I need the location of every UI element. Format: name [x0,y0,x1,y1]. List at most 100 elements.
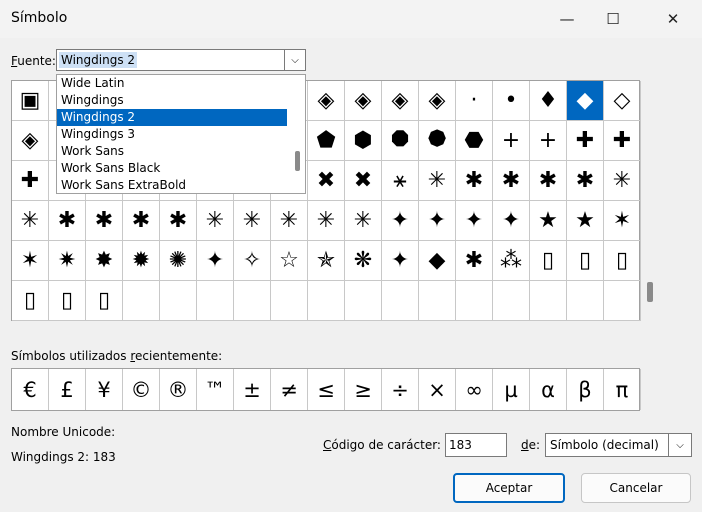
symbol-cell[interactable] [123,281,160,321]
recent-symbol-cell[interactable]: ™ [197,369,234,410]
symbol-cell[interactable]: ✚ [604,121,641,161]
recent-symbol-cell[interactable]: ± [234,369,271,410]
symbol-cell[interactable] [382,281,419,321]
symbol-cell[interactable]: ✦ [382,241,419,281]
symbol-cell[interactable]: • [493,81,530,121]
symbol-cell[interactable]: ♦ [530,81,567,121]
recent-symbol-cell[interactable]: £ [49,369,86,410]
font-list-item[interactable]: Work Sans ExtraBold [57,177,287,194]
symbol-cell[interactable]: ⬣ [456,121,493,161]
symbol-cell[interactable]: ✦ [419,201,456,241]
symbol-cell[interactable]: + [530,121,567,161]
symbol-cell[interactable]: ⬢ [345,121,382,161]
symbol-cell[interactable]: ▯ [12,281,49,321]
symbol-cell[interactable] [419,281,456,321]
symbol-cell[interactable] [234,281,271,321]
symbol-cell[interactable]: · [456,81,493,121]
recent-symbol-cell[interactable]: α [530,369,567,410]
recent-symbol-cell[interactable]: ∞ [456,369,493,410]
symbol-cell[interactable]: ✳ [419,161,456,201]
maximize-button[interactable]: ☐ [586,0,640,38]
symbol-cell[interactable]: ⯃ [382,121,419,161]
symbol-cell[interactable] [530,281,567,321]
font-list-item[interactable]: Work Sans [57,143,287,160]
symbol-cell[interactable]: ✖ [308,161,345,201]
cancel-button[interactable]: Cancelar [581,473,691,503]
recent-symbol-cell[interactable]: ® [160,369,197,410]
recent-symbol-cell[interactable]: β [567,369,604,410]
symbol-cell[interactable]: ▯ [567,241,604,281]
symbol-cell[interactable]: ✳ [308,201,345,241]
symbol-cell[interactable]: ✱ [86,201,123,241]
font-list-item[interactable]: Wingdings [57,92,287,109]
symbol-cell[interactable]: ⯄ [419,121,456,161]
symbol-cell[interactable]: + [493,121,530,161]
recent-symbol-cell[interactable]: × [419,369,456,410]
symbol-cell[interactable]: ▣ [12,81,49,121]
recent-symbol-cell[interactable]: © [123,369,160,410]
symbol-cell[interactable]: ▯ [604,241,641,281]
symbol-cell[interactable]: ✦ [197,241,234,281]
symbol-cell[interactable]: ☆ [271,241,308,281]
chevron-down-icon[interactable]: ⌵ [284,50,305,70]
symbol-cell[interactable]: ❋ [345,241,382,281]
symbol-cell[interactable]: ▯ [86,281,123,321]
symbol-cell[interactable] [160,281,197,321]
symbol-cell[interactable]: ◈ [12,121,49,161]
char-code-input[interactable]: 183 [445,433,507,457]
symbol-cell[interactable]: ✧ [234,241,271,281]
grid-scrollbar[interactable] [647,282,653,302]
symbol-cell[interactable]: ✱ [160,201,197,241]
font-list-item[interactable]: Wingdings 3 [57,126,287,143]
symbol-cell[interactable]: ★ [530,201,567,241]
symbol-cell[interactable]: ✳ [234,201,271,241]
symbol-cell[interactable]: ✦ [493,201,530,241]
symbol-cell[interactable]: ✸ [86,241,123,281]
from-select[interactable]: Símbolo (decimal) ⌵ [545,433,692,457]
symbol-cell[interactable]: ◇ [604,81,641,121]
symbol-cell[interactable] [197,281,234,321]
recent-symbol-cell[interactable]: µ [493,369,530,410]
symbol-cell[interactable]: ✳ [604,161,641,201]
symbol-cell[interactable]: ◆ [567,81,604,121]
symbol-cell[interactable]: ▯ [49,281,86,321]
symbol-cell[interactable]: ⁂ [493,241,530,281]
symbol-cell[interactable]: ✷ [49,241,86,281]
symbol-cell[interactable] [308,281,345,321]
font-list-item[interactable]: Wide Latin [57,75,287,92]
recent-symbol-cell[interactable]: π [604,369,641,410]
font-list-item[interactable]: Work Sans Black [57,160,287,177]
symbol-cell[interactable]: ✳ [271,201,308,241]
symbol-cell[interactable]: ✦ [382,201,419,241]
recent-symbol-cell[interactable]: € [12,369,49,410]
close-button[interactable]: ✕ [646,0,700,38]
recent-symbol-cell[interactable]: ≤ [308,369,345,410]
symbol-cell[interactable]: ⚹ [382,161,419,201]
recent-symbol-cell[interactable]: ≥ [345,369,382,410]
symbol-cell[interactable]: ✳ [345,201,382,241]
symbol-cell[interactable]: ✶ [12,241,49,281]
symbol-cell[interactable]: ✱ [567,161,604,201]
symbol-cell[interactable]: ◈ [345,81,382,121]
recent-symbol-cell[interactable]: ≠ [271,369,308,410]
symbol-cell[interactable]: ✱ [530,161,567,201]
recent-symbols[interactable]: € £ ¥ © ® ™ ± ≠ ≤ ≥ ÷ × ∞ µ α β π [11,368,641,411]
symbol-cell[interactable]: ✱ [456,161,493,201]
symbol-cell[interactable]: ✚ [12,161,49,201]
symbol-cell[interactable]: ✱ [49,201,86,241]
chevron-down-icon[interactable]: ⌵ [668,434,691,456]
symbol-cell[interactable] [345,281,382,321]
symbol-cell[interactable]: ✳ [12,201,49,241]
symbol-cell[interactable]: ★ [567,201,604,241]
font-value[interactable]: Wingdings 2 [59,52,138,68]
font-combobox[interactable]: Wingdings 2 ⌵ [56,49,306,71]
symbol-cell[interactable] [493,281,530,321]
symbol-cell[interactable]: ✱ [456,241,493,281]
symbol-cell[interactable]: ⬟ [308,121,345,161]
symbol-cell[interactable]: ✳ [197,201,234,241]
font-list-item[interactable]: Wingdings 2 [57,109,287,126]
symbol-cell[interactable]: ◈ [382,81,419,121]
symbol-cell[interactable]: ✚ [567,121,604,161]
symbol-cell[interactable]: ✹ [123,241,160,281]
recent-symbol-cell[interactable]: ÷ [382,369,419,410]
